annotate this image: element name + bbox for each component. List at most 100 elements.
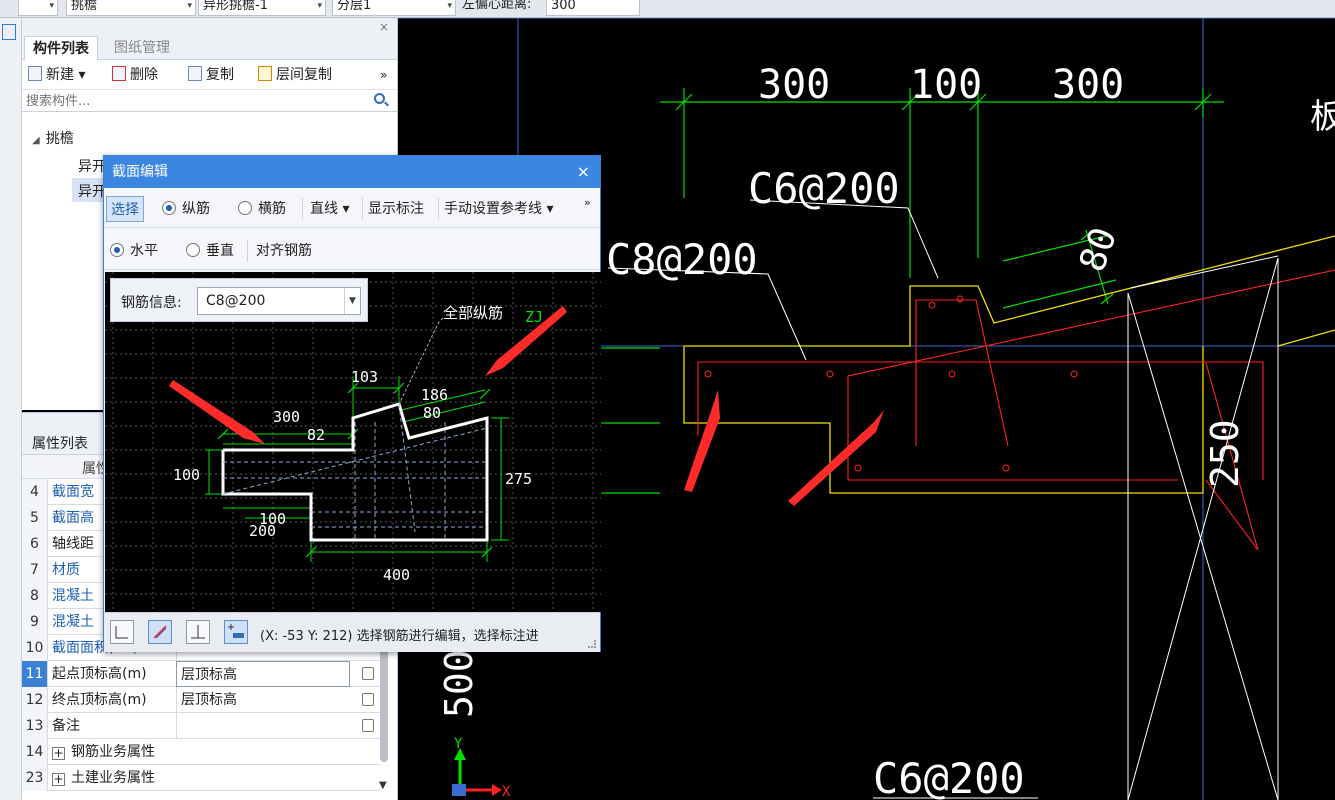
status-text: (X: -53 Y: 212) 选择钢筋进行编辑，选择标注进 — [260, 629, 539, 644]
row-number: 9 — [22, 609, 48, 635]
show-dimensions-button[interactable]: 显示标注 — [368, 196, 424, 222]
section-edit-dialog: 截面编辑 × 选择 纵筋 横筋 直线 ▾ 显示标注 手动设置参考线 ▾ » 水平… — [103, 155, 601, 652]
toolbar-combo-1[interactable]: ▾ — [18, 0, 58, 16]
dialog-titlebar[interactable]: 截面编辑 × — [104, 156, 600, 188]
radio-icon — [186, 243, 200, 257]
ortho-icon[interactable] — [110, 620, 134, 644]
transverse-rebar-radio[interactable]: 横筋 — [238, 196, 286, 222]
row-number: 12 — [22, 687, 48, 713]
tab-drawing-management[interactable]: 图纸管理 — [106, 36, 178, 60]
close-icon[interactable]: × — [577, 156, 590, 188]
floor-copy-button[interactable]: 层间复制 — [258, 65, 332, 85]
property-title: 属性列表 — [32, 436, 88, 452]
left-tool-strip — [0, 18, 22, 800]
close-icon[interactable]: × — [379, 20, 389, 34]
property-row[interactable]: 12 终点顶标高(m) 层顶标高 — [22, 687, 380, 713]
property-name-text: 钢筋业务属性 — [71, 744, 155, 760]
vertical-radio[interactable]: 垂直 — [186, 238, 234, 264]
new-icon — [28, 66, 42, 81]
cut-off-label: 板 — [1310, 97, 1335, 137]
property-name: 材质 — [52, 557, 80, 583]
offset-value: 300 — [551, 0, 576, 13]
dynamic-input-glyph — [228, 624, 244, 638]
delete-label: 删除 — [130, 67, 158, 83]
component-name-select[interactable]: 异形挑檐-1 ▾ — [198, 0, 326, 16]
align-rebar-button[interactable]: 对齐钢筋 — [256, 238, 312, 264]
delete-button[interactable]: 删除 — [112, 65, 158, 85]
row-number: 5 — [22, 505, 48, 531]
expand-icon[interactable]: + — [52, 747, 65, 760]
more-tools-button[interactable]: » — [584, 190, 591, 216]
perpendicular-icon[interactable] — [186, 620, 210, 644]
section-dimension-label: 200 — [249, 522, 276, 540]
tree-item-label: 异开 — [78, 159, 106, 175]
property-name-text: 截面高 — [52, 510, 94, 526]
search-input[interactable] — [24, 92, 364, 110]
horizontal-radio[interactable]: 水平 — [110, 238, 158, 264]
longitudinal-rebar-radio[interactable]: 纵筋 — [162, 196, 210, 222]
property-name: 备注 — [52, 713, 80, 739]
tree-item-label: 异开 — [78, 184, 106, 200]
new-button[interactable]: 新建 ▾ — [28, 65, 85, 85]
rebar-label-left: C8@200 — [606, 235, 758, 284]
floor-copy-icon — [258, 66, 272, 81]
checkbox[interactable] — [362, 719, 374, 732]
ucs-y-label: Y — [454, 736, 463, 752]
section-dimension-label: 100 — [173, 466, 200, 484]
expand-icon[interactable]: + — [52, 773, 65, 786]
tab-component-list[interactable]: 构件列表 — [24, 36, 98, 60]
panel-tabs: × 构件列表 图纸管理 — [22, 18, 397, 60]
top-dimension-labels: 300 100 300 — [758, 62, 1124, 108]
separator — [438, 198, 439, 220]
property-name-text: 终点顶标高(m) — [52, 692, 147, 708]
resize-grip[interactable] — [588, 640, 596, 648]
radio-icon — [110, 243, 124, 257]
row-number: 10 — [22, 635, 48, 661]
property-value[interactable]: 层顶标高 — [176, 687, 350, 713]
new-label: 新建 ▾ — [46, 67, 86, 83]
copy-button[interactable]: 复制 — [188, 65, 234, 85]
section-dimension-label: 80 — [423, 404, 441, 422]
chevron-down-icon: ▾ — [49, 1, 54, 11]
rebar-info-select[interactable]: C8@200 ▼ — [197, 287, 361, 315]
property-group-row[interactable]: 14 + 钢筋业务属性 — [22, 739, 380, 765]
checkbox[interactable] — [362, 667, 374, 680]
snap-icon[interactable] — [148, 620, 172, 644]
ucs-x-label: X — [502, 784, 511, 800]
dynamic-input-icon[interactable] — [224, 620, 248, 644]
row-number: 7 — [22, 557, 48, 583]
line-dropdown-button[interactable]: 直线 ▾ — [310, 196, 349, 222]
component-name-value: 异形挑檐-1 — [203, 0, 268, 13]
section-dimension-label: 300 — [273, 408, 300, 426]
property-name-text: 起点顶标高(m) — [52, 666, 147, 682]
layer-value: 分层1 — [337, 0, 372, 13]
copy-icon — [188, 66, 202, 81]
property-name: 混凝土 — [52, 609, 94, 635]
tree-category[interactable]: ◢ 挑檐 — [32, 128, 74, 148]
property-group-row[interactable]: 23 + 土建业务属性 — [22, 765, 380, 791]
property-row[interactable]: 13 备注 — [22, 713, 380, 739]
collapse-icon[interactable]: ◢ — [32, 135, 40, 146]
section-dimension-label: 275 — [505, 470, 532, 488]
chevron-down-icon: ▼ — [344, 288, 360, 314]
longitudinal-label: 纵筋 — [182, 201, 210, 217]
layer-select[interactable]: 分层1 ▾ — [332, 0, 456, 16]
section-canvas[interactable]: 全部纵筋 ZJ 103 186 80 300 82 100 275 100 200 400 钢筋信息:… — [105, 272, 601, 612]
checkbox[interactable] — [362, 693, 374, 706]
floor-copy-label: 层间复制 — [276, 67, 332, 83]
vertical-label: 垂直 — [206, 243, 234, 259]
property-row[interactable]: 11 起点顶标高(m) 层顶标高 — [22, 661, 380, 687]
row-number: 14 — [22, 739, 48, 765]
layer-icon[interactable] — [2, 24, 16, 40]
dimension-label-500: 500 — [437, 649, 481, 718]
reference-line-dropdown[interactable]: 手动设置参考线 ▾ — [444, 196, 553, 222]
select-button[interactable]: 选择 — [106, 196, 144, 222]
more-actions-button[interactable]: » — [380, 65, 387, 85]
property-value[interactable] — [176, 713, 350, 739]
property-value[interactable]: 层顶标高 — [176, 661, 350, 687]
left-dimension — [598, 347, 660, 494]
offset-input[interactable]: 300 — [546, 0, 640, 16]
component-type-select[interactable]: 挑檐 ▾ — [66, 0, 196, 16]
scroll-down-icon[interactable]: ▼ — [379, 780, 387, 791]
search-icon[interactable] — [374, 93, 385, 104]
